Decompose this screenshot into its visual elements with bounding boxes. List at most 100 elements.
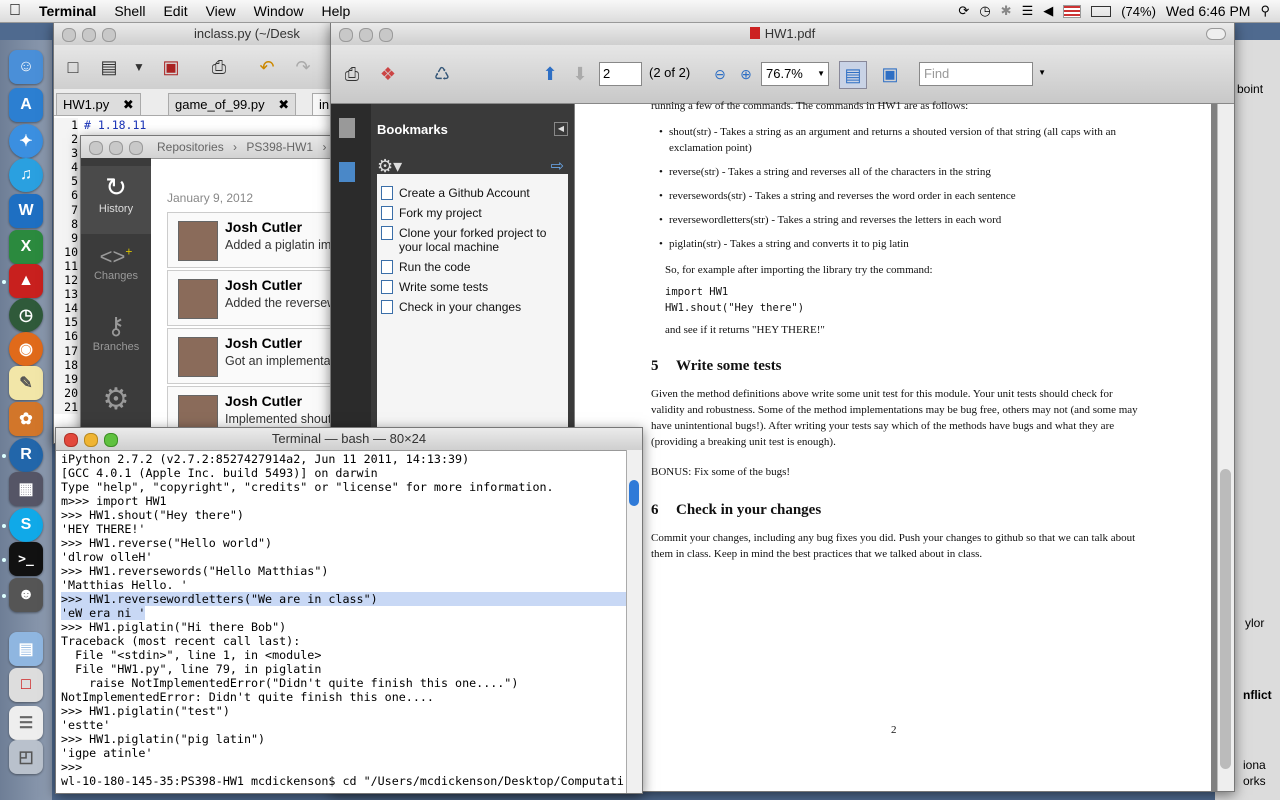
zoom-in-icon[interactable]: ⊕ <box>733 61 759 87</box>
find-field[interactable]: Find ▼ <box>919 62 1046 86</box>
zoom-select[interactable]: 76.7% ▼ <box>761 62 829 86</box>
redo-icon[interactable]: ↷ <box>290 54 316 80</box>
terminal-icon[interactable]: >_ <box>9 542 43 576</box>
textedit-icon[interactable]: ✎ <box>9 366 43 400</box>
close-tab-icon[interactable]: ✖ <box>123 97 134 112</box>
r-icon[interactable]: R <box>9 438 43 472</box>
volume-icon[interactable]: ◀ <box>1043 3 1053 19</box>
github-titlebar[interactable]: Repositories › PS398-HW1 › <box>81 136 336 159</box>
trash-icon[interactable]: ◰ <box>9 740 43 774</box>
wifi-icon[interactable]: ☰ <box>1022 3 1034 19</box>
zoom-button[interactable] <box>129 141 143 155</box>
fit-width-icon[interactable]: ▤ <box>839 61 867 89</box>
menu-shell[interactable]: Shell <box>105 3 154 19</box>
scroll-thumb[interactable] <box>1220 469 1231 769</box>
close-tab-icon[interactable]: ✖ <box>278 97 289 112</box>
zoom-button[interactable] <box>379 28 393 42</box>
folder-icon[interactable]: ▤ <box>9 632 43 666</box>
menu-window[interactable]: Window <box>245 3 313 19</box>
menu-app-name[interactable]: Terminal <box>30 3 105 19</box>
page-number-input[interactable]: 2 <box>599 62 642 86</box>
zoom-out-icon[interactable]: ⊖ <box>707 61 733 87</box>
zoom-button[interactable] <box>102 28 116 42</box>
word-icon[interactable]: W <box>9 194 43 228</box>
nav-changes[interactable]: <>+ Changes <box>81 236 151 304</box>
chevron-down-icon[interactable]: ▼ <box>126 54 152 80</box>
create-icon[interactable]: ♺ <box>429 61 455 87</box>
close-button[interactable] <box>64 433 78 447</box>
open-folder-icon[interactable]: ▤ <box>96 54 122 80</box>
share-icon[interactable]: ❖ <box>375 61 401 87</box>
zoom-button[interactable] <box>104 433 118 447</box>
bookmark-item[interactable]: Write some tests <box>399 280 488 294</box>
breadcrumb-repositories[interactable]: Repositories <box>157 140 224 154</box>
bookmark-item[interactable]: Run the code <box>399 260 470 274</box>
bookmark-item[interactable]: Create a Github Account <box>399 186 530 200</box>
github-app-icon[interactable]: ☻ <box>9 578 43 612</box>
battery-icon[interactable] <box>1091 5 1112 17</box>
nav-branches[interactable]: ⚷ Branches <box>81 306 151 374</box>
bluetooth-icon[interactable]: ✱ <box>1001 3 1012 19</box>
flag-icon[interactable] <box>1063 4 1082 18</box>
terminal-scrollbar[interactable] <box>626 450 642 793</box>
apple-menu-icon[interactable]:  <box>0 2 30 20</box>
time-machine-icon[interactable]: ◷ <box>979 3 990 19</box>
safari-icon[interactable]: ✦ <box>9 124 43 158</box>
commit-item[interactable]: Josh Cutler Added the reversew <box>167 270 336 326</box>
downloads-stack-icon[interactable]: ☰ <box>9 706 43 740</box>
itunes-icon[interactable]: ♫ <box>9 158 43 192</box>
pdf-page[interactable]: running a few of the commands. The comma… <box>575 100 1211 791</box>
tab-game-of-99[interactable]: game_of_99.py ✖ <box>168 93 297 116</box>
pdf-titlebar[interactable]: HW1.pdf <box>331 23 1234 46</box>
new-file-icon[interactable]: □ <box>60 54 86 80</box>
close-button[interactable] <box>89 141 103 155</box>
documents-stack-icon[interactable]: □ <box>9 668 43 702</box>
minimize-button[interactable] <box>82 28 96 42</box>
terminal-titlebar[interactable]: Terminal — bash — 80×24 <box>56 428 642 451</box>
new-bookmark-icon[interactable]: ⇨ <box>551 156 564 176</box>
breadcrumb-repo[interactable]: PS398-HW1 <box>246 140 313 154</box>
editor-titlebar[interactable]: inclass.py (~/Desk <box>54 23 344 46</box>
previous-page-icon[interactable]: ⬆ <box>537 61 563 87</box>
print-icon[interactable]: ⎙ <box>206 54 232 80</box>
bookmark-item[interactable]: Fork my project <box>399 206 482 220</box>
nav-history[interactable]: ↻ History <box>81 166 151 234</box>
close-button[interactable] <box>339 28 353 42</box>
menu-view[interactable]: View <box>197 3 245 19</box>
menu-help[interactable]: Help <box>312 3 359 19</box>
excel-icon[interactable]: X <box>9 230 43 264</box>
time-machine-dock-icon[interactable]: ◷ <box>9 298 43 332</box>
undo-icon[interactable]: ↶ <box>254 54 280 80</box>
tab-hw1[interactable]: HW1.py ✖ <box>56 93 141 116</box>
bookmark-item[interactable]: Check in your changes <box>399 300 521 314</box>
pages-icon[interactable] <box>339 118 355 138</box>
skype-icon[interactable]: S <box>9 508 43 542</box>
collapse-panel-button[interactable]: ◀ <box>554 122 568 136</box>
bookmark-item[interactable]: Clone your forked project to your local … <box>399 226 549 254</box>
clock[interactable]: Wed 6:46 PM <box>1166 3 1251 19</box>
scroll-thumb[interactable] <box>629 480 639 506</box>
spotlight-icon[interactable]: ⚲ <box>1260 3 1270 19</box>
bookmarks-tab-icon[interactable] <box>339 162 355 182</box>
next-page-icon[interactable]: ⬇ <box>567 61 593 87</box>
finder-icon[interactable]: ☺ <box>9 50 43 84</box>
pdf-scrollbar[interactable] <box>1217 104 1234 791</box>
app-store-icon[interactable]: A <box>9 88 43 122</box>
minimize-button[interactable] <box>84 433 98 447</box>
cyberduck-icon[interactable]: ✿ <box>9 402 43 436</box>
toolbar-toggle-button[interactable] <box>1206 28 1226 40</box>
sync-icon[interactable]: ⟳ <box>958 3 969 19</box>
menu-edit[interactable]: Edit <box>154 3 196 19</box>
calendar-grid-icon[interactable]: ▦ <box>9 472 43 506</box>
save-icon[interactable]: ▣ <box>158 54 184 80</box>
fit-page-icon[interactable]: ▣ <box>877 61 903 87</box>
terminal-output[interactable]: iPython 2.7.2 (v2.7.2:8527427914a2, Jun … <box>61 452 626 788</box>
commit-item[interactable]: Josh Cutler Added a piglatin im <box>167 212 336 268</box>
firefox-icon[interactable]: ◉ <box>9 332 43 366</box>
acrobat-icon[interactable]: ▲ <box>9 264 43 298</box>
close-button[interactable] <box>62 28 76 42</box>
commit-item[interactable]: Josh Cutler Got an implementat <box>167 328 336 384</box>
print-icon[interactable]: ⎙ <box>339 61 365 87</box>
minimize-button[interactable] <box>109 141 123 155</box>
minimize-button[interactable] <box>359 28 373 42</box>
